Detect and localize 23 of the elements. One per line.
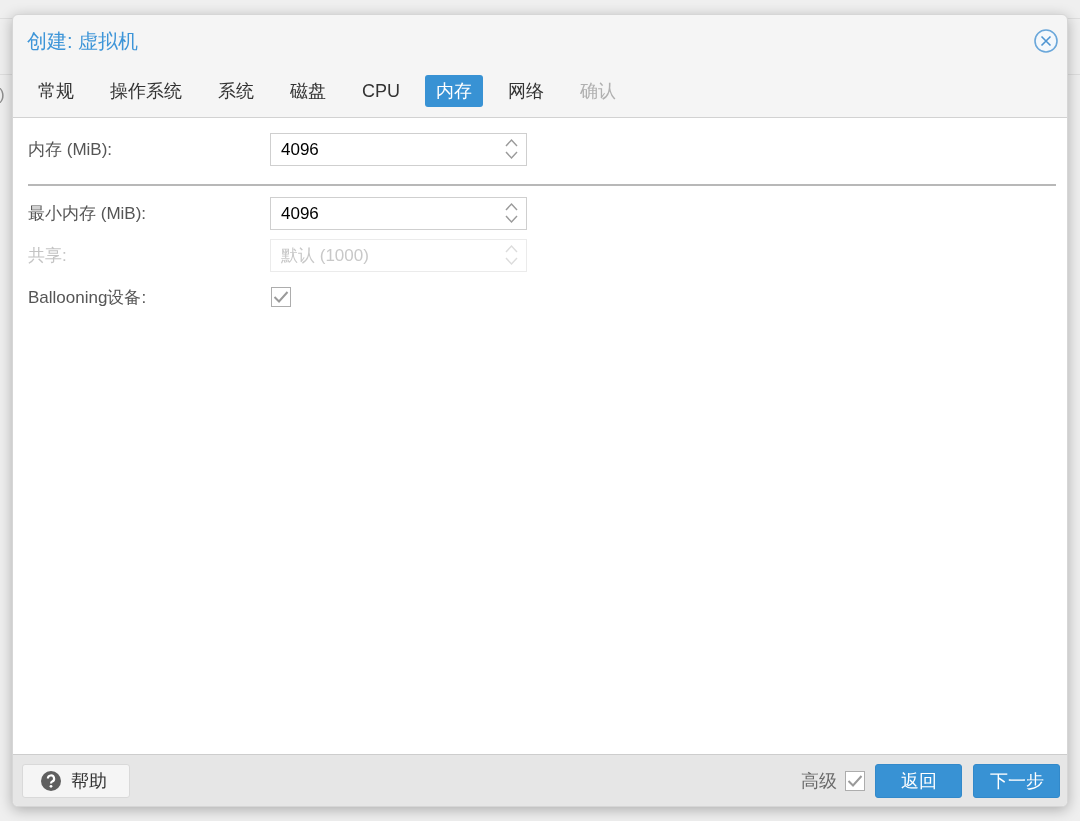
field-label: 共享: [28, 245, 68, 267]
tab[interactable]: 系统 [207, 75, 265, 107]
checkmark-icon [273, 290, 289, 304]
tab[interactable]: CPU [351, 75, 411, 107]
up-down-chevron-icon[interactable] [505, 201, 518, 225]
field-label: 最小内存 (MiB): [28, 203, 148, 225]
number-field[interactable]: 4096 [270, 197, 527, 230]
tab[interactable]: 磁盘 [279, 75, 337, 107]
tab[interactable]: 网络 [497, 75, 555, 107]
up-down-chevron-icon[interactable] [505, 137, 518, 161]
field-label: 内存 (MiB): [28, 139, 114, 161]
dialog-title: 创建: 虚拟机 [27, 28, 139, 54]
checkbox[interactable] [845, 770, 865, 791]
help-icon [41, 770, 61, 791]
checkmark-icon [847, 773, 863, 788]
help-button[interactable]: 帮助 [22, 763, 130, 798]
number-field[interactable]: 4096 [270, 133, 527, 166]
checkbox[interactable] [271, 287, 291, 307]
field-label: Ballooning设备: [28, 287, 148, 309]
tab[interactable]: 常规 [27, 75, 85, 107]
close-icon[interactable] [1034, 29, 1058, 53]
tab[interactable]: 操作系统 [99, 75, 193, 107]
advanced-label: 高级 [801, 769, 837, 793]
